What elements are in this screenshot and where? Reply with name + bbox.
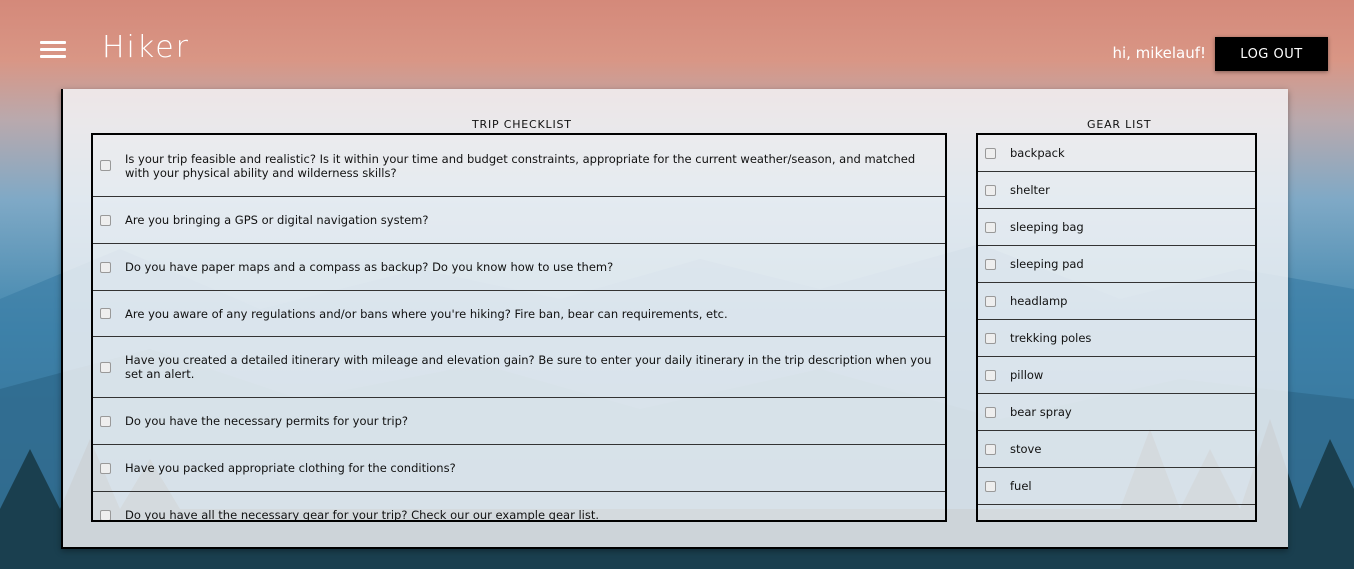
gear-item-label: fuel: [1010, 479, 1032, 493]
checklist-item[interactable]: Have you packed appropriate clothing for…: [93, 445, 945, 492]
checkbox[interactable]: [985, 295, 996, 307]
checkbox[interactable]: [985, 406, 996, 418]
checkbox[interactable]: [985, 147, 996, 159]
hamburger-menu-icon[interactable]: [38, 38, 68, 62]
checkbox[interactable]: [100, 361, 111, 373]
checklist-item[interactable]: Do you have all the necessary gear for y…: [93, 492, 945, 522]
checklist-item-label: Are you aware of any regulations and/or …: [125, 306, 728, 321]
gear-item[interactable]: headlamp: [978, 283, 1255, 320]
checklist-item[interactable]: Is your trip feasible and realistic? Is …: [93, 135, 945, 197]
gear-item[interactable]: sleeping pad: [978, 246, 1255, 283]
checklist-item-label: Are you bringing a GPS or digital naviga…: [125, 213, 429, 227]
gear-item[interactable]: bear spray: [978, 394, 1255, 431]
checklist-item-label: Do you have paper maps and a compass as …: [125, 260, 614, 274]
checklist-item[interactable]: Are you aware of any regulations and/or …: [93, 291, 945, 337]
gear-item[interactable]: fuel: [978, 468, 1255, 505]
checkbox[interactable]: [985, 480, 996, 492]
checkbox[interactable]: [100, 261, 111, 273]
user-greeting: hi, mikelauf!: [1112, 44, 1206, 62]
checkbox[interactable]: [985, 443, 996, 455]
gear-list: backpack shelter sleeping bag sleeping p…: [976, 133, 1257, 522]
checkbox[interactable]: [100, 308, 111, 319]
checklist-item[interactable]: Are you bringing a GPS or digital naviga…: [93, 197, 945, 244]
gear-item[interactable]: sleeping bag: [978, 209, 1255, 246]
gear-item-label: shelter: [1010, 183, 1050, 197]
gear-item-label: sleeping bag: [1010, 220, 1084, 234]
logout-button[interactable]: LOG OUT: [1215, 37, 1328, 71]
gear-item-label: pillow: [1010, 368, 1044, 382]
checklist-item-label: Do you have all the necessary gear for y…: [125, 508, 600, 522]
checklist-item-label: Is your trip feasible and realistic? Is …: [125, 151, 916, 180]
trip-checklist: Is your trip feasible and realistic? Is …: [91, 133, 947, 522]
checkbox[interactable]: [985, 184, 996, 196]
checkbox[interactable]: [985, 258, 996, 270]
gear-item-label: headlamp: [1010, 294, 1068, 308]
checkbox[interactable]: [100, 160, 111, 171]
trip-checklist-title: TRIP CHECKLIST: [472, 118, 572, 131]
checkbox[interactable]: [100, 462, 111, 474]
checkbox[interactable]: [985, 369, 996, 381]
checklist-item[interactable]: Do you have paper maps and a compass as …: [93, 244, 945, 291]
app-header: Hiker hi, mikelauf! LOG OUT: [0, 0, 1354, 90]
gear-item[interactable]: trekking poles: [978, 320, 1255, 357]
checklist-item-label: Have you created a detailed itinerary wi…: [125, 353, 932, 381]
gear-list-title: GEAR LIST: [1087, 118, 1152, 131]
gear-item[interactable]: backpack: [978, 135, 1255, 172]
checklist-item-label: Do you have the necessary permits for yo…: [125, 414, 408, 428]
gear-item-label: trekking poles: [1010, 331, 1092, 345]
gear-item-label: bear spray: [1010, 405, 1072, 419]
checkbox[interactable]: [100, 509, 111, 520]
gear-item[interactable]: pillow: [978, 357, 1255, 394]
gear-item-label: sleeping pad: [1010, 257, 1084, 271]
checkbox[interactable]: [985, 332, 996, 344]
checkbox[interactable]: [985, 221, 996, 233]
checklist-item[interactable]: Have you created a detailed itinerary wi…: [93, 337, 945, 398]
checklist-item-label: Have you packed appropriate clothing for…: [125, 461, 456, 475]
gear-item[interactable]: stove: [978, 431, 1255, 468]
gear-item-label: stove: [1010, 442, 1042, 456]
checkbox[interactable]: [100, 214, 111, 226]
checklist-item[interactable]: Do you have the necessary permits for yo…: [93, 398, 945, 445]
checkbox[interactable]: [100, 415, 111, 427]
app-title: Hiker: [102, 30, 190, 65]
gear-item-label: backpack: [1010, 146, 1065, 160]
gear-item[interactable]: shelter: [978, 172, 1255, 209]
